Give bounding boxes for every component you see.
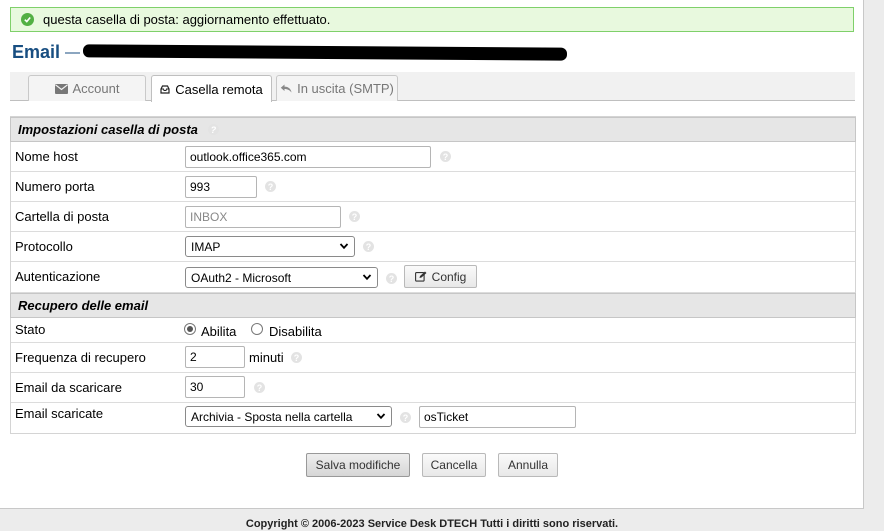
tab-account[interactable]: Account bbox=[28, 75, 146, 101]
fetch-count-label: Email da scaricare bbox=[15, 380, 122, 395]
help-icon[interactable]: ? bbox=[363, 241, 374, 252]
tab-account-label: Account bbox=[72, 81, 120, 96]
downloaded-action-selected: Archivia - Sposta nella cartella bbox=[191, 409, 353, 424]
tab-remote-mailbox[interactable]: Casella remota bbox=[151, 75, 272, 102]
help-icon[interactable]: ? bbox=[207, 124, 219, 135]
section-title: Recupero delle email bbox=[18, 298, 149, 313]
help-icon[interactable]: ? bbox=[400, 412, 411, 423]
help-icon[interactable]: ? bbox=[291, 352, 302, 363]
redacted-email-address bbox=[82, 43, 568, 61]
reset-button-label: Cancella bbox=[430, 458, 478, 472]
help-icon[interactable]: ? bbox=[254, 382, 265, 393]
reset-button[interactable]: Cancella bbox=[422, 453, 486, 477]
frequency-unit: minuti bbox=[249, 350, 284, 365]
tab-outgoing-smtp-label: In uscita (SMTP) bbox=[297, 81, 394, 96]
save-button-label: Salva modifiche bbox=[315, 458, 401, 472]
mailbox-settings-form: Impostazioni casella di posta ? Nome hos… bbox=[10, 116, 856, 434]
chevron-down-icon bbox=[362, 274, 372, 281]
config-button-label: Config bbox=[431, 269, 467, 284]
frequency-input[interactable] bbox=[185, 346, 245, 368]
row-status: Stato Abilita Disabilita bbox=[11, 318, 855, 343]
save-button[interactable]: Salva modifiche bbox=[306, 453, 410, 477]
row-port: Numero porta ? bbox=[11, 172, 855, 202]
help-icon[interactable]: ? bbox=[386, 273, 397, 284]
row-frequency: Frequenza di recupero minuti ? bbox=[11, 343, 855, 373]
section-header-fetching: Recupero delle email bbox=[10, 293, 856, 318]
row-fetch-count: Email da scaricare ? bbox=[11, 373, 855, 403]
page-container: questa casella di posta: aggiornamento e… bbox=[0, 0, 864, 509]
inbox-icon bbox=[160, 84, 170, 94]
help-icon[interactable]: ? bbox=[349, 211, 360, 222]
notice-text: questa casella di posta: aggiornamento e… bbox=[43, 12, 331, 27]
status-enable-label: Abilita bbox=[201, 324, 237, 339]
downloaded-label: Email scaricate bbox=[15, 406, 104, 421]
auth-label: Autenticazione bbox=[15, 269, 101, 284]
footer-copyright: Copyright © 2006-2023 Service Desk DTECH… bbox=[245, 518, 619, 530]
row-host: Nome host ? bbox=[11, 142, 855, 172]
status-enable-radio[interactable] bbox=[184, 323, 196, 335]
auth-select[interactable]: OAuth2 - Microsoft bbox=[185, 267, 378, 288]
cancel-button[interactable]: Annulla bbox=[498, 453, 558, 477]
tab-remote-mailbox-label: Casella remota bbox=[175, 81, 263, 97]
folder-label: Cartella di posta bbox=[15, 209, 109, 224]
host-input[interactable] bbox=[185, 146, 431, 168]
port-input[interactable] bbox=[185, 176, 257, 198]
row-downloaded: Email scaricate Archivia - Sposta nella … bbox=[11, 403, 855, 433]
help-icon[interactable]: ? bbox=[440, 151, 451, 162]
chevron-down-icon bbox=[376, 413, 386, 420]
status-disable-label: Disabilita bbox=[269, 324, 322, 339]
status-label: Stato bbox=[15, 322, 46, 337]
tab-bar: Account Casella remota In uscita (SMTP) bbox=[10, 72, 855, 102]
archive-folder-input[interactable] bbox=[419, 406, 576, 428]
protocol-select[interactable]: IMAP bbox=[185, 236, 355, 257]
auth-selected: OAuth2 - Microsoft bbox=[191, 270, 292, 285]
folder-input[interactable] bbox=[185, 206, 341, 228]
config-button[interactable]: Config bbox=[404, 265, 477, 288]
host-label: Nome host bbox=[15, 149, 78, 164]
port-label: Numero porta bbox=[15, 179, 95, 194]
check-circle-icon bbox=[21, 13, 34, 26]
row-folder: Cartella di posta ? bbox=[11, 202, 855, 232]
chevron-down-icon bbox=[339, 243, 349, 250]
frequency-label: Frequenza di recupero bbox=[15, 350, 146, 365]
fetch-count-input[interactable] bbox=[185, 376, 245, 398]
section-title: Impostazioni casella di posta bbox=[18, 122, 198, 137]
row-auth: Autenticazione OAuth2 - Microsoft ? Conf… bbox=[11, 262, 855, 293]
status-disable-radio[interactable] bbox=[251, 323, 263, 335]
section-header-mailbox-settings: Impostazioni casella di posta ? bbox=[10, 117, 856, 142]
reply-icon bbox=[280, 84, 292, 93]
cancel-button-label: Annulla bbox=[507, 458, 549, 472]
protocol-selected: IMAP bbox=[191, 239, 221, 254]
edit-icon bbox=[414, 271, 427, 282]
tab-outgoing-smtp[interactable]: In uscita (SMTP) bbox=[276, 75, 398, 101]
success-notice: questa casella di posta: aggiornamento e… bbox=[10, 7, 854, 32]
help-icon[interactable]: ? bbox=[265, 181, 276, 192]
page-title: Email — bbox=[12, 40, 568, 64]
envelope-icon bbox=[54, 83, 68, 94]
protocol-label: Protocollo bbox=[15, 239, 73, 254]
downloaded-action-select[interactable]: Archivia - Sposta nella cartella bbox=[185, 406, 392, 427]
title-separator: — bbox=[65, 43, 81, 61]
page-title-label: Email bbox=[12, 41, 61, 62]
row-protocol: Protocollo IMAP ? bbox=[11, 232, 855, 262]
